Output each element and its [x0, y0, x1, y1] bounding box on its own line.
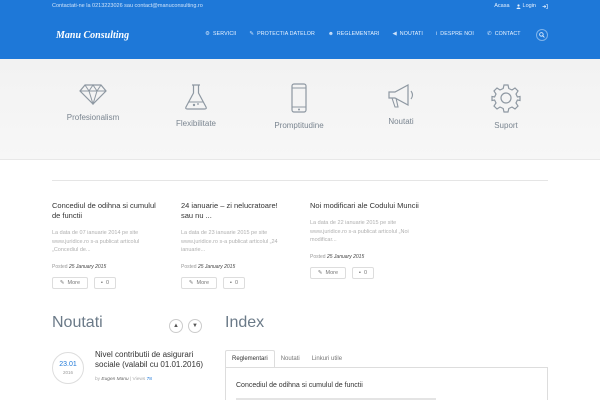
comment-icon: ▪: [358, 269, 361, 276]
pencil-icon: ✎: [188, 279, 194, 286]
sign-in-icon: [542, 3, 548, 9]
feature-promptitudine[interactable]: Promptitudine: [244, 59, 354, 130]
nav-item-reglementari[interactable]: ☻ REGLEMENTARI: [328, 31, 380, 37]
top-bar: Contactati-ne la 0213223026 sau contact@…: [0, 0, 600, 14]
post-title[interactable]: 24 ianuarie – zi nelucratoare! sau nu ..…: [181, 201, 291, 221]
pencil-icon: ✎: [317, 269, 323, 276]
news-author: Eugen Manu: [101, 377, 129, 382]
search-button[interactable]: [536, 29, 548, 41]
content-divider: [52, 180, 548, 181]
features-band: Profesionalism Flexibilitate Promptitudi…: [0, 59, 600, 160]
nav-item-noutati[interactable]: ◀ NOUTATI: [392, 31, 423, 37]
index-entry[interactable]: Concediul de odihna si cumulul de functi…: [236, 382, 363, 389]
nav-item-despre-noi[interactable]: i DESPRE NOI: [436, 31, 474, 37]
news-next-button[interactable]: ▼: [188, 319, 202, 333]
news-prev-button[interactable]: ▲: [169, 319, 183, 333]
comment-icon: ▪: [229, 279, 232, 286]
post-actions: ✎ More ▪ 0: [310, 266, 420, 279]
more-button[interactable]: ✎ More: [181, 276, 217, 289]
post-excerpt: La data de 23 ianuarie 2015 pe site www.…: [181, 230, 278, 253]
post-title[interactable]: Concediul de odihna si cumulul de functi…: [52, 201, 162, 221]
contact-info: Contactati-ne la 0213223026 sau contact@…: [52, 3, 203, 9]
comment-icon: ▪: [100, 279, 103, 286]
post-date: Posted 25 January 2015: [52, 263, 107, 270]
post-card: Noi modificari ale Codului Muncii La dat…: [310, 201, 420, 279]
post-excerpt: La data de 22 ianuarie 2015 pe site www.…: [310, 220, 409, 243]
noutati-heading: Noutati: [52, 314, 103, 331]
home-link[interactable]: Acasa: [494, 3, 509, 9]
post-title[interactable]: Noi modificari ale Codului Muncii: [310, 201, 420, 211]
index-heading: Index: [225, 314, 265, 331]
tab-linkuri-utile[interactable]: Linkuri utile: [306, 350, 348, 368]
arrow-down-icon: ▼: [192, 323, 198, 329]
login-arrow-link[interactable]: [542, 3, 548, 9]
login-link[interactable]: Login: [516, 3, 536, 9]
flask-icon: [185, 84, 207, 110]
site-header: Contactati-ne la 0213223026 sau contact@…: [0, 0, 600, 59]
post-date: Posted 25 January 2015: [310, 253, 365, 260]
comments-button[interactable]: ▪ 0: [94, 276, 116, 289]
index-tabs: Reglementari Noutati Linkuri utile: [225, 350, 348, 368]
post-date: Posted 25 January 2015: [181, 263, 236, 270]
feature-profesionalism[interactable]: Profesionalism: [38, 59, 148, 122]
info-icon: i: [435, 31, 438, 37]
news-meta: by Eugen Manu | Views 78: [95, 377, 152, 382]
nav-item-contact[interactable]: ✆ CONTACT: [487, 31, 521, 37]
nav-item-servicii[interactable]: ⚙ SERVICII: [205, 31, 236, 37]
more-button[interactable]: ✎ More: [310, 266, 346, 279]
news-views: 78: [146, 377, 152, 382]
pencil-icon: ✎: [59, 279, 65, 286]
post-excerpt: La data de 07 ianuarie 2014 pe site www.…: [52, 230, 140, 253]
post-card: 24 ianuarie – zi nelucratoare! sau nu ..…: [181, 201, 291, 289]
tab-reglementari[interactable]: Reglementari: [225, 350, 275, 368]
post-actions: ✎ More ▪ 0: [181, 276, 291, 289]
speaker-icon: ◀: [392, 31, 397, 37]
phone-icon: ✆: [486, 31, 492, 37]
megaphone-icon: [388, 83, 414, 108]
comments-button[interactable]: ▪ 0: [223, 276, 245, 289]
cog-icon: [491, 84, 521, 113]
top-links: Acasa Login: [494, 3, 548, 9]
mobile-icon: [291, 83, 307, 113]
feature-suport[interactable]: Suport: [451, 59, 561, 130]
news-title[interactable]: Nivel contributii de asigurari sociale (…: [95, 350, 205, 370]
wrench-icon: ✎: [249, 31, 255, 37]
gear-icon: ⚙: [205, 31, 211, 37]
comments-button[interactable]: ▪ 0: [352, 266, 374, 279]
more-button[interactable]: ✎ More: [52, 276, 88, 289]
index-tab-panel: Concediul de odihna si cumulul de functi…: [225, 367, 548, 400]
site-logo[interactable]: Manu Consulting: [56, 30, 129, 41]
search-icon: [539, 32, 545, 38]
user-icon: [516, 3, 521, 9]
tab-noutati[interactable]: Noutati: [275, 350, 306, 368]
arrow-up-icon: ▲: [173, 323, 179, 329]
nav-item-protectia-datelor[interactable]: ✎ PROTECTIA DATELOR: [249, 31, 315, 37]
news-date-badge: 23.01 2016: [52, 352, 84, 384]
diamond-icon: [79, 84, 107, 105]
main-nav: ⚙ SERVICII ✎ PROTECTIA DATELOR ☻ REGLEME…: [205, 31, 534, 37]
post-card: Concediul de odihna si cumulul de functi…: [52, 201, 162, 289]
feature-noutati[interactable]: Noutati: [346, 59, 456, 126]
users-icon: ☻: [327, 31, 334, 37]
feature-flexibilitate[interactable]: Flexibilitate: [141, 59, 251, 128]
post-actions: ✎ More ▪ 0: [52, 276, 162, 289]
